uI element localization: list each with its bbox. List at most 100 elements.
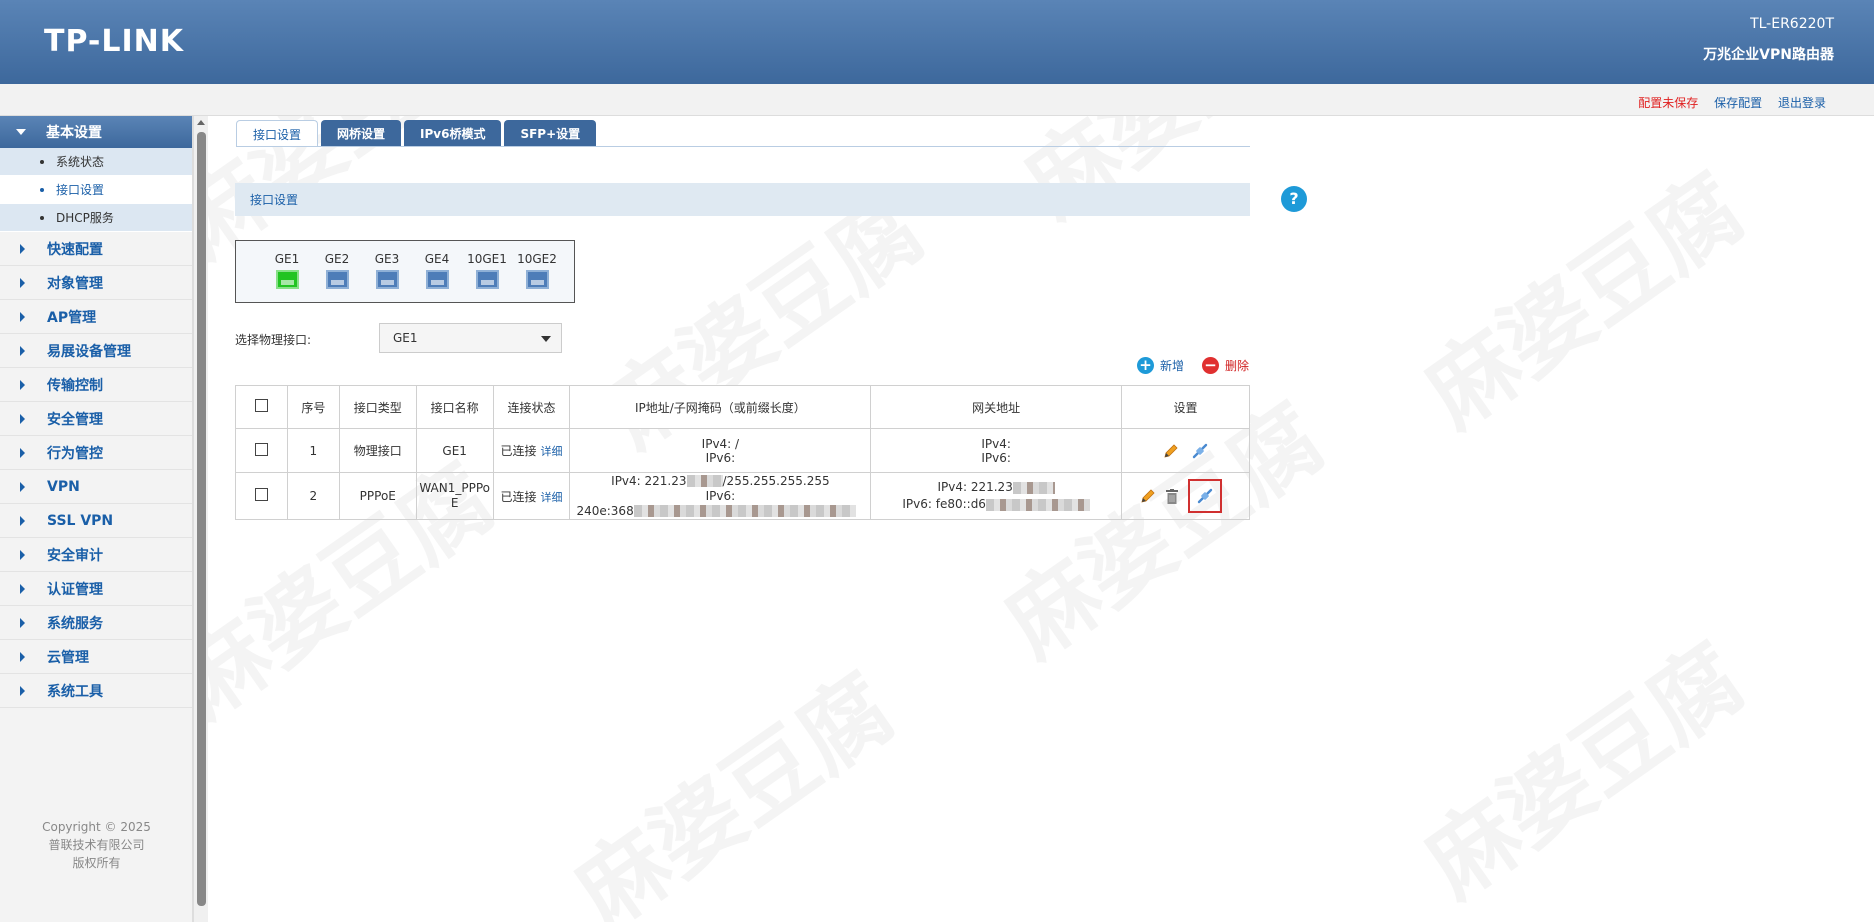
sidebar-group-label: 基本设置 — [46, 125, 102, 141]
sidebar-item-label: 系统状态 — [56, 155, 105, 169]
ethernet-port-icon — [425, 270, 449, 289]
row-name: WAN1_PPPoE — [415, 472, 494, 520]
row-no: 2 — [286, 472, 340, 520]
logout-link[interactable]: 退出登录 — [1778, 96, 1826, 110]
table-row: 2 PPPoE WAN1_PPPoE 已连接 详细 IPv4: 221.23/25… — [235, 472, 1250, 520]
port-ge4[interactable]: GE4 — [412, 252, 462, 302]
gateway-ipv4: IPv4: — [981, 436, 1011, 451]
col-settings: 设置 — [1121, 385, 1250, 429]
status-text: 已连接 — [500, 444, 537, 458]
sidebar-item-object-mgmt[interactable]: 对象管理 — [0, 266, 192, 300]
col-no: 序号 — [286, 385, 340, 429]
select-all-checkbox[interactable] — [254, 399, 268, 412]
section-title: 接口设置 — [235, 183, 1250, 216]
row-settings — [1121, 472, 1250, 520]
sidebar-scrollbar[interactable] — [193, 116, 208, 922]
sidebar-item-interface-settings[interactable]: 接口设置 — [0, 176, 192, 204]
dropdown-arrow-icon — [541, 336, 551, 342]
trash-icon[interactable] — [1166, 488, 1178, 504]
sidebar-item-cloud[interactable]: 云管理 — [0, 640, 192, 674]
caret-right-icon — [20, 515, 25, 526]
sidebar-item-system-tools[interactable]: 系统工具 — [0, 674, 192, 708]
gateway-ipv6: IPv6: — [981, 450, 1011, 465]
tab-bridge-settings[interactable]: 网桥设置 — [321, 120, 402, 147]
row-ip: IPv4: / IPv6: — [569, 428, 872, 473]
port-label: 10GE1 — [467, 252, 507, 266]
sidebar-item-label: 快速配置 — [47, 241, 103, 258]
sidebar-item-quick-setup[interactable]: 快速配置 — [0, 232, 192, 266]
copyright-line: Copyright © 2025 — [42, 820, 151, 834]
redacted-blur — [1012, 481, 1055, 494]
port-label: 10GE2 — [517, 252, 557, 266]
sidebar-item-ssl-vpn[interactable]: SSL VPN — [0, 504, 192, 538]
port-ge1[interactable]: GE1 — [262, 252, 312, 302]
sidebar-item-label: 对象管理 — [47, 275, 103, 292]
sidebar-group-basic-settings[interactable]: 基本设置 — [0, 116, 192, 148]
tab-interface-settings[interactable]: 接口设置 — [236, 120, 319, 147]
connect-icon[interactable] — [1196, 487, 1214, 505]
app-header: TP-LINK TL-ER6220T 万兆企业VPN路由器 — [0, 0, 1874, 84]
tab-bar: 接口设置 网桥设置 IPv6桥模式 SFP+设置 — [236, 120, 599, 147]
device-model: TL-ER6220T — [1750, 16, 1834, 32]
sidebar-item-auth[interactable]: 认证管理 — [0, 572, 192, 606]
port-10ge2[interactable]: 10GE2 — [512, 252, 562, 302]
connect-icon[interactable] — [1191, 442, 1209, 460]
ipv6-value: IPv6: — [705, 450, 736, 465]
bullet-icon — [40, 159, 44, 164]
sidebar: 基本设置 系统状态 接口设置 DHCP服务 快速配置 对象管理 AP管理 易展设… — [0, 116, 193, 922]
detail-link[interactable]: 详细 — [541, 445, 563, 458]
tab-ipv6-bridge[interactable]: IPv6桥模式 — [404, 120, 502, 147]
watermark: 麻婆豆腐 — [1395, 609, 1764, 922]
bullet-icon — [40, 187, 44, 192]
copyright-line: 普联技术有限公司 — [48, 838, 145, 852]
port-10ge1[interactable]: 10GE1 — [462, 252, 512, 302]
highlighted-connect-button[interactable] — [1188, 479, 1222, 513]
physical-interface-select[interactable]: GE1 — [379, 323, 562, 353]
sidebar-item-behavior-control[interactable]: 行为管控 — [0, 436, 192, 470]
edit-icon[interactable] — [1163, 443, 1179, 459]
caret-right-icon — [20, 481, 25, 492]
delete-button[interactable]: − 删除 — [1202, 357, 1249, 374]
tab-sfp-settings[interactable]: SFP+设置 — [504, 120, 597, 147]
copyright: Copyright © 2025 普联技术有限公司 版权所有 — [0, 818, 193, 872]
sidebar-item-security[interactable]: 安全管理 — [0, 402, 192, 436]
config-unsaved-link[interactable]: 配置未保存 — [1638, 96, 1698, 110]
table-row: 1 物理接口 GE1 已连接 详细 IPv4: / IPv6: IPv4: IPv… — [235, 428, 1250, 473]
sidebar-item-label: 安全管理 — [47, 411, 103, 428]
sidebar-item-label: 行为管控 — [47, 445, 103, 462]
ethernet-port-icon — [325, 270, 349, 289]
caret-right-icon — [20, 549, 25, 560]
sidebar-item-security-audit[interactable]: 安全审计 — [0, 538, 192, 572]
ipv6-value: 240e:368 — [576, 503, 634, 518]
caret-right-icon — [20, 413, 25, 424]
sidebar-item-transfer-control[interactable]: 传输控制 — [0, 368, 192, 402]
row-checkbox[interactable] — [254, 488, 268, 501]
sidebar-item-label: VPN — [47, 478, 80, 495]
scroll-thumb[interactable] — [197, 132, 206, 906]
top-strip: 配置未保存 保存配置 退出登录 — [0, 84, 1874, 116]
sidebar-item-easy-device[interactable]: 易展设备管理 — [0, 334, 192, 368]
redacted-blur — [633, 505, 856, 517]
redacted-blur — [686, 475, 723, 487]
sidebar-item-ap-mgmt[interactable]: AP管理 — [0, 300, 192, 334]
port-ge2[interactable]: GE2 — [312, 252, 362, 302]
row-status: 已连接 详细 — [492, 428, 571, 473]
detail-link[interactable]: 详细 — [541, 491, 563, 504]
caret-right-icon — [20, 583, 25, 594]
sidebar-item-label: 系统工具 — [47, 683, 103, 700]
sidebar-item-vpn[interactable]: VPN — [0, 470, 192, 504]
ipv4-value: IPv4: / — [701, 436, 740, 451]
scroll-up-icon[interactable] — [197, 120, 205, 125]
sidebar-item-system-status[interactable]: 系统状态 — [0, 148, 192, 176]
help-icon[interactable]: ? — [1281, 186, 1307, 212]
sidebar-item-system-services[interactable]: 系统服务 — [0, 606, 192, 640]
save-config-link[interactable]: 保存配置 — [1714, 96, 1762, 110]
sidebar-item-label: DHCP服务 — [56, 211, 114, 225]
row-checkbox[interactable] — [254, 442, 268, 456]
edit-icon[interactable] — [1140, 488, 1156, 504]
ipv4-value: IPv4: 221.23 — [611, 473, 687, 488]
sidebar-item-dhcp[interactable]: DHCP服务 — [0, 204, 192, 232]
col-status: 连接状态 — [492, 385, 571, 429]
port-ge3[interactable]: GE3 — [362, 252, 412, 302]
add-button[interactable]: + 新增 — [1137, 357, 1184, 374]
